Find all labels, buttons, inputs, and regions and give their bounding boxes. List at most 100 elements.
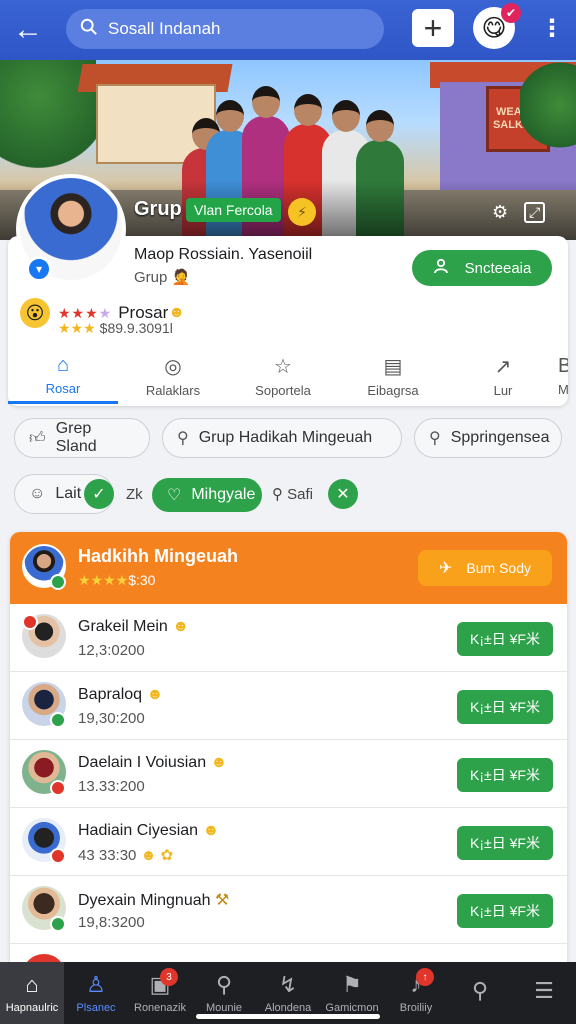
status-dot: [50, 712, 66, 728]
member-name-text: Hadiain Ciyesian: [78, 822, 199, 839]
create-button[interactable]: +: [412, 9, 454, 47]
search-icon: ⚲: [215, 972, 233, 997]
tab-rosar[interactable]: ⌂ Rosar: [8, 348, 118, 404]
chip-safi[interactable]: ⚲ Safi: [272, 485, 313, 503]
nav-badge: ↑: [416, 968, 434, 986]
member-name: Grakeil Mein ☻: [78, 618, 189, 636]
nav-messages[interactable]: ▣ 3 Ronenazik: [128, 962, 192, 1024]
avatar[interactable]: [22, 544, 66, 590]
tab-ralaklars[interactable]: ◎ Ralaklars: [118, 348, 228, 404]
checkmark-icon[interactable]: ✓: [84, 479, 114, 509]
list-item[interactable]: Hadiain Ciyesian ☻ 43 33:30 ☻ ✿ K¡±日 ¥F米: [10, 808, 567, 876]
profile-avatar[interactable]: 😋 ✔: [473, 3, 521, 49]
tab-soportela[interactable]: ☆ Soportela: [228, 348, 338, 404]
list-icon: ▤: [383, 356, 403, 378]
emoji-icon: 🤦: [171, 269, 191, 286]
star-icon: ☆: [274, 356, 292, 378]
member-time: 19,30:200: [78, 710, 145, 727]
nav-menu[interactable]: ☰: [512, 962, 576, 1024]
chip-group-search[interactable]: ⚲ Grup Hadikah Mingeuah: [162, 418, 402, 458]
search-icon: [80, 18, 98, 41]
search-icon: ⚲: [272, 486, 283, 503]
panel-action-label: Bum Sody: [466, 560, 531, 576]
online-dot: [50, 574, 66, 590]
panel-title: Hadkihh Mingeuah: [78, 546, 239, 566]
nav-search-2[interactable]: ⚲: [448, 962, 512, 1024]
status-dot: [22, 614, 38, 630]
member-name-text: Daelain I Voiusian: [78, 754, 207, 771]
chart-icon: ↯: [278, 972, 298, 997]
search-text: Sosall Indanah: [108, 19, 221, 38]
top-app-bar: ← Sosall Indanah + 😋 ✔ ⋮: [0, 0, 576, 60]
member-time: 43 33:30 ☻ ✿: [78, 846, 173, 864]
more-icon: B: [558, 355, 568, 377]
join-label: Sncteeaia: [464, 259, 532, 277]
home-icon: ⌂: [56, 353, 70, 376]
group-name: Maop Rossiain. Yasenoiil: [134, 246, 313, 263]
panel-action-button[interactable]: ✈ Bum Sody: [418, 550, 552, 586]
smile-emoji-icon: ☻: [202, 822, 220, 839]
panel-rating-text: $:30: [128, 572, 156, 588]
tab-more[interactable]: BM: [558, 348, 568, 404]
coin-icon: ⚡: [288, 198, 316, 226]
nav-home[interactable]: ⌂ Hapnaulric: [0, 962, 64, 1024]
member-action-button[interactable]: K¡±日 ¥F米: [457, 690, 553, 724]
list-item[interactable]: Grakeil Mein ☻ 12,3:0200 K¡±日 ¥F米: [10, 604, 567, 672]
member-action-button[interactable]: K¡±日 ¥F米: [457, 758, 553, 792]
tab-lur[interactable]: ↗ Lur: [448, 348, 558, 404]
nav-label: Ronenazik: [134, 1002, 186, 1014]
group-label: Grup: [134, 198, 182, 220]
member-time: 19,8:3200: [78, 914, 145, 931]
member-name: Dyexain Mingnuah ⚒: [78, 890, 229, 910]
member-time-text: 43 33:30: [78, 847, 137, 864]
chip-label: Safi: [287, 486, 314, 503]
smile-emoji-icon: ☻: [210, 754, 228, 771]
smile-emoji-icon: ☻: [172, 618, 190, 635]
clock-icon: ◎: [164, 356, 182, 378]
group-avatar[interactable]: ▾: [16, 174, 126, 284]
member-action-button[interactable]: K¡±日 ¥F米: [457, 622, 553, 656]
person-icon: [433, 258, 449, 279]
avatar: [22, 886, 66, 932]
list-item[interactable]: Daelain I Voiusian ☻ 13.33:200 K¡±日 ¥F米: [10, 740, 567, 808]
heart-icon: ♡: [167, 487, 182, 504]
share-icon: ↗: [494, 356, 512, 378]
list-item[interactable]: Dyexain Mingnuah ⚒ 19,8:3200 K¡±日 ¥F米: [10, 876, 567, 944]
list-item[interactable]: Bapraloq ☻ 19,30:200 K¡±日 ¥F米: [10, 672, 567, 740]
join-button[interactable]: Sncteeaia: [412, 250, 552, 286]
group-tabs: ⌂ Rosar ◎ Ralaklars ☆ Soportela ▤ Eibagrsa ↗…: [8, 348, 568, 404]
notification-badge: ✔: [501, 3, 521, 23]
more-options-icon[interactable]: ⋮: [540, 14, 564, 43]
chip-sppringensea[interactable]: ⚲ Sppringensea: [414, 418, 562, 458]
settings-icon[interactable]: ⚙: [492, 202, 508, 223]
panel-header: Hadkihh Mingeuah ★★★★$:30 ✈ Bum Sody: [10, 532, 567, 604]
zk-label: Zk: [126, 486, 143, 503]
member-action-button[interactable]: K¡±日 ¥F米: [457, 826, 553, 860]
gold-stars-icon: ★★★★: [78, 572, 129, 588]
search-input[interactable]: Sosall Indanah: [66, 9, 384, 49]
avatar: [22, 750, 66, 796]
member-name: Hadiain Ciyesian ☻: [78, 822, 219, 840]
back-arrow-icon[interactable]: ←: [0, 0, 56, 60]
member-name-text: Bapraloq: [78, 686, 143, 703]
member-name-text: Dyexain Mingnuah: [78, 892, 211, 909]
chip-mihgyale[interactable]: ♡ Mihgyale: [152, 478, 262, 512]
surprised-emoji-icon: 😮: [20, 298, 50, 328]
emoji-icon: ☻ ✿: [140, 847, 174, 864]
edit-cover-icon[interactable]: ⤢: [524, 202, 546, 223]
group-tag-badge[interactable]: Vlan Fercola: [186, 198, 281, 222]
tab-label: Ralaklars: [145, 383, 201, 398]
nav-badge: 3: [160, 968, 178, 986]
gold-stars-icon: ★★★: [58, 320, 96, 336]
nav-label: Gamicmon: [325, 1002, 379, 1014]
close-icon[interactable]: ✕: [328, 479, 358, 509]
nav-plsanec[interactable]: ♙ Plsanec: [64, 962, 128, 1024]
person-icon: ♙: [86, 972, 106, 997]
nav-notifications[interactable]: ♪ ↑ Broiliiy: [384, 962, 448, 1024]
search-icon: ⚲: [429, 430, 441, 447]
chip-grep-sland[interactable]: 👍︎ Grep Sland: [14, 418, 150, 458]
tab-eibagrsa[interactable]: ▤ Eibagrsa: [338, 348, 448, 404]
thumbs-up-icon: 👍︎: [29, 429, 46, 447]
smile-emoji-icon: ☻: [146, 686, 164, 703]
member-action-button[interactable]: K¡±日 ¥F米: [457, 894, 553, 928]
